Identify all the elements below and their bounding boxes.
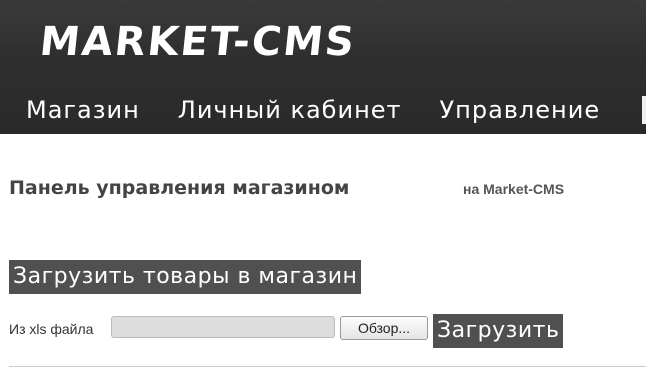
- site-logo[interactable]: MARKET-CMS: [37, 18, 359, 66]
- browse-button[interactable]: Обзор...: [340, 316, 428, 340]
- file-input-label: Из xls файла: [9, 321, 94, 337]
- site-header: MARKET-CMS Магазин Личный кабинет Управл…: [0, 0, 646, 134]
- section-heading-upload: Загрузить товары в магазин: [9, 260, 362, 294]
- upload-form: Из xls файла Обзор... Загрузить: [9, 314, 646, 350]
- main-nav: Магазин Личный кабинет Управление: [0, 88, 646, 132]
- upload-submit-button[interactable]: Загрузить: [433, 314, 564, 348]
- nav-overflow-edge: [642, 96, 646, 124]
- nav-item-management[interactable]: Управление: [440, 88, 601, 132]
- main-content: Панель управления магазином на Market-CM…: [0, 134, 646, 380]
- nav-item-shop[interactable]: Магазин: [26, 88, 140, 132]
- nav-item-account[interactable]: Личный кабинет: [178, 88, 402, 132]
- file-path-field[interactable]: [111, 316, 335, 338]
- page-subtitle: на Market-CMS: [463, 181, 565, 197]
- page-title: Панель управления магазином: [9, 177, 350, 199]
- section-divider: [9, 366, 646, 367]
